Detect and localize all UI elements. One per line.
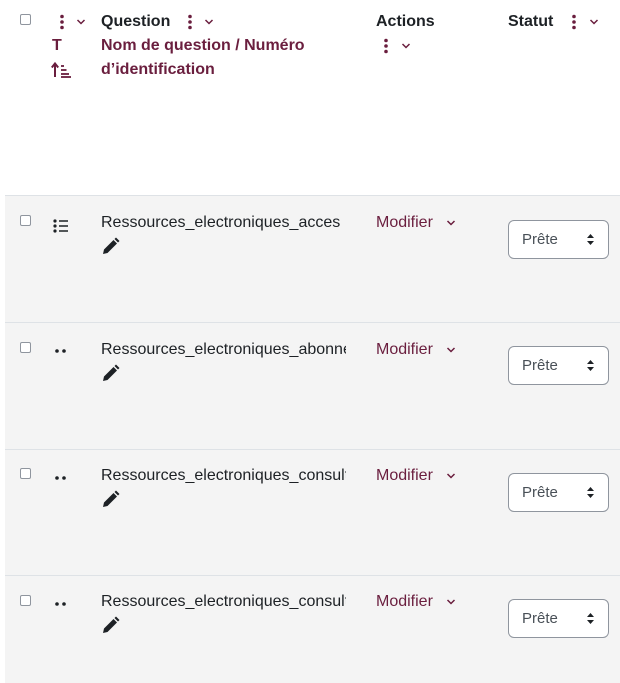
two-dots-icon [55, 349, 66, 353]
chevron-down-icon[interactable] [446, 598, 456, 606]
status-value: Prête [522, 484, 558, 501]
row-checkbox[interactable] [20, 215, 31, 226]
status-column-header: Statut [508, 13, 554, 30]
sort-by-type-link[interactable]: T [52, 34, 62, 58]
modifier-dropdown[interactable]: Modifier [376, 341, 433, 359]
sort-by-id-link[interactable]: d’identification [101, 58, 215, 82]
status-select[interactable]: Prête [508, 473, 609, 512]
status-value: Prête [522, 231, 558, 248]
sort-by-name-link[interactable]: Nom de question / Numéro [101, 34, 305, 58]
status-select[interactable]: Prête [508, 220, 609, 259]
modifier-dropdown[interactable]: Modifier [376, 593, 433, 611]
actions-column-header: Actions [376, 13, 435, 30]
status-column-menu-icon[interactable] [567, 14, 581, 30]
chevron-down-icon[interactable] [446, 472, 456, 480]
two-dots-icon [55, 476, 66, 480]
chevron-down-icon[interactable] [204, 18, 214, 26]
chevron-down-icon[interactable] [589, 18, 599, 26]
pencil-icon[interactable] [101, 364, 120, 383]
question-name: Ressources_electroniques_acces [101, 214, 341, 231]
select-all-checkbox[interactable] [20, 14, 31, 25]
modifier-dropdown[interactable]: Modifier [376, 467, 433, 485]
chevron-down-icon[interactable] [401, 42, 411, 50]
question-name: Ressources_electroniques_abonnement [101, 341, 346, 358]
question-column-menu-icon[interactable] [183, 14, 197, 30]
modifier-dropdown[interactable]: Modifier [376, 214, 433, 232]
status-select[interactable]: Prête [508, 599, 609, 638]
actions-column-menu-icon[interactable] [379, 38, 393, 54]
sort-ascending-icon[interactable] [51, 61, 73, 79]
two-dots-icon [55, 602, 66, 606]
question-name: Ressources_electroniques_consultation [101, 467, 346, 484]
select-arrows-icon [587, 234, 594, 245]
question-name: Ressources_electroniques_consultation [101, 593, 346, 610]
status-value: Prête [522, 357, 558, 374]
type-column-menu-icon[interactable] [55, 14, 69, 30]
row-checkbox[interactable] [20, 595, 31, 606]
question-column-header: Question [101, 13, 171, 30]
chevron-down-icon[interactable] [446, 219, 456, 227]
pencil-icon[interactable] [101, 490, 120, 509]
row-checkbox[interactable] [20, 342, 31, 353]
status-select[interactable]: Prête [508, 346, 609, 385]
select-arrows-icon [587, 613, 594, 624]
status-value: Prête [522, 610, 558, 627]
select-arrows-icon [587, 487, 594, 498]
pencil-icon[interactable] [101, 616, 120, 635]
chevron-down-icon[interactable] [76, 18, 86, 26]
pencil-icon[interactable] [101, 237, 120, 256]
select-arrows-icon [587, 360, 594, 371]
row-checkbox[interactable] [20, 468, 31, 479]
chevron-down-icon[interactable] [446, 346, 456, 354]
multichoice-list-icon [53, 219, 68, 233]
